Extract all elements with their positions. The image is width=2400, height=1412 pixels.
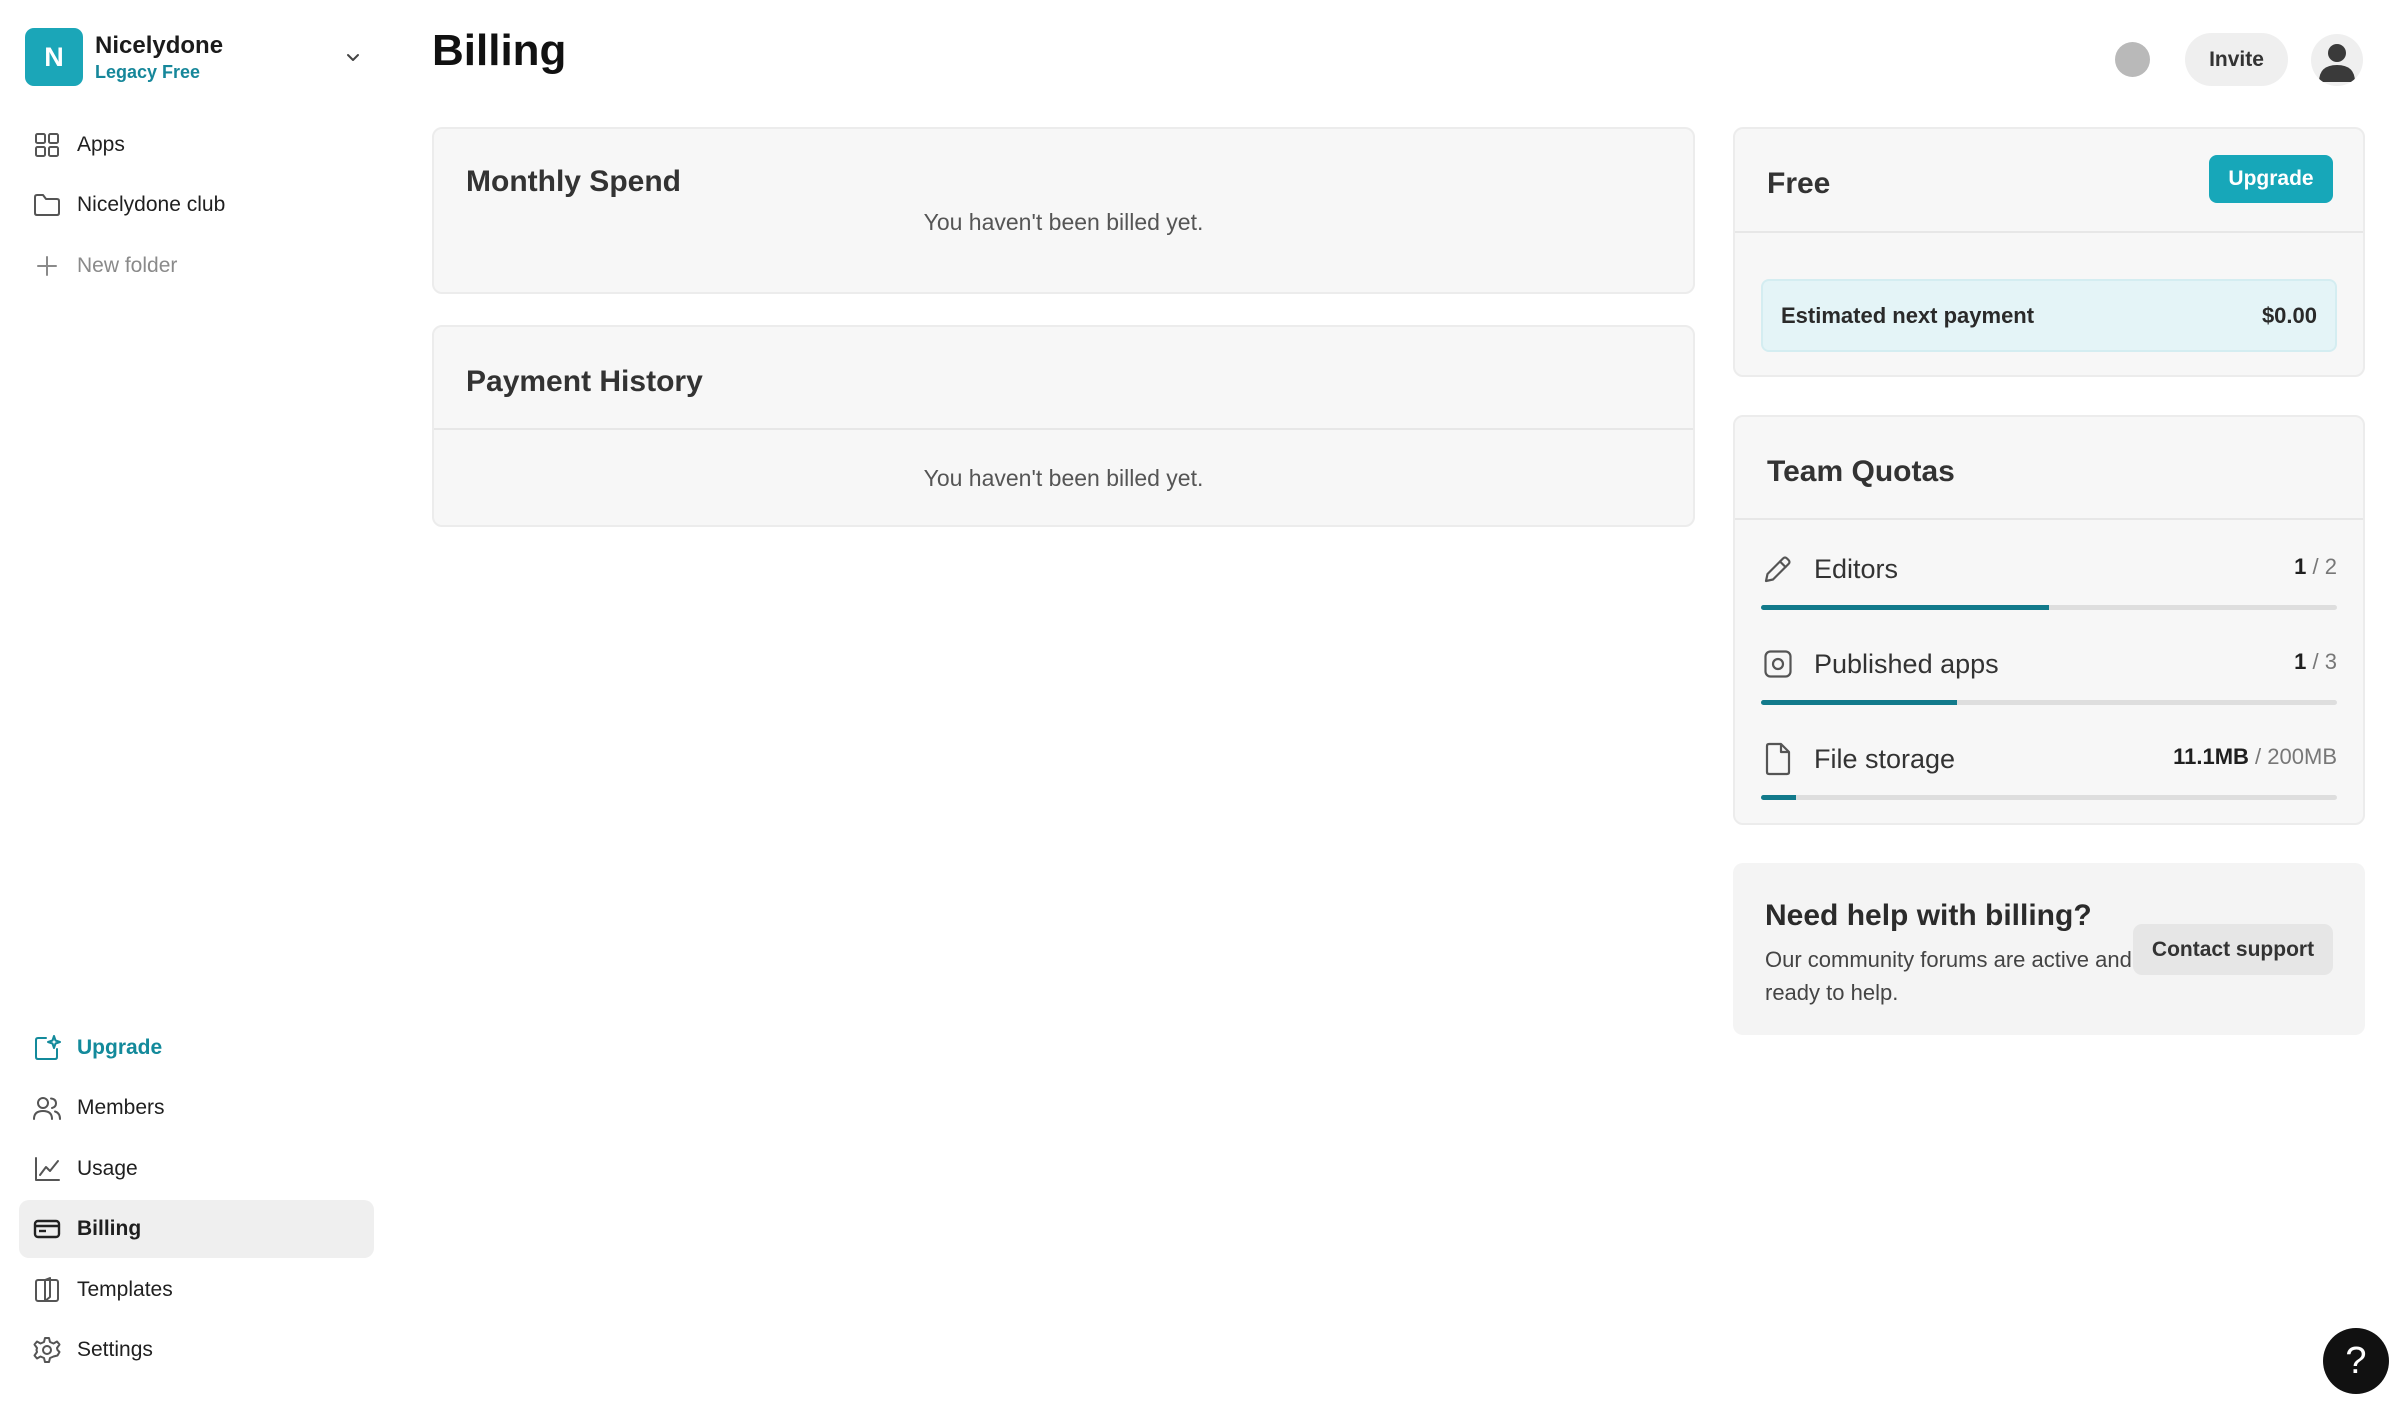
estimated-payment-value: $0.00 [2261, 302, 2317, 328]
sidebar-item-label: Nicelydone club [77, 193, 226, 217]
estimated-payment-box: Estimated next payment $0.00 [1761, 279, 2337, 352]
plan-name: Free [1767, 167, 1831, 200]
chevron-down-icon[interactable] [341, 45, 365, 69]
quota-value: 11.1MB / 200MB [2173, 744, 2337, 769]
divider [1735, 518, 2363, 520]
folder-icon [32, 190, 62, 220]
invite-button[interactable]: Invite [2185, 33, 2288, 86]
team-avatar: N [25, 28, 83, 86]
billing-help-card: Need help with billing? Our community fo… [1733, 863, 2365, 1035]
grid-icon [32, 130, 62, 160]
published-app-icon [1761, 647, 1795, 681]
divider [434, 428, 1693, 430]
divider [1735, 231, 2363, 233]
page-title: Billing [432, 26, 567, 75]
file-icon [1761, 742, 1795, 776]
team-switcher[interactable]: N Nicelydone Legacy Free [25, 28, 365, 86]
sidebar-bottom-nav: Upgrade Members Usage Billing Templates [19, 1019, 374, 1381]
credit-card-icon [32, 1214, 62, 1244]
avatar[interactable] [2311, 34, 2363, 86]
sidebar-item-label: Templates [77, 1277, 173, 1301]
quota-label: Editors [1814, 554, 1899, 584]
chart-line-icon [32, 1154, 62, 1184]
sidebar-item-label: Billing [77, 1217, 142, 1241]
upgrade-button[interactable]: Upgrade [2209, 155, 2333, 203]
book-icon [32, 1275, 62, 1305]
upgrade-icon [32, 1033, 62, 1063]
payment-history-title: Payment History [466, 365, 703, 398]
payment-history-empty: You haven't been billed yet. [923, 465, 1204, 491]
status-indicator[interactable] [2115, 42, 2150, 77]
help-title: Need help with billing? [1765, 899, 2092, 932]
plan-card: Free Upgrade Estimated next payment $0.0… [1733, 127, 2365, 377]
sidebar-item-members[interactable]: Members [19, 1079, 374, 1137]
help-description: Our community forums are active and read… [1765, 947, 2132, 1005]
quota-progress [1761, 605, 2337, 610]
team-plan: Legacy Free [95, 62, 201, 82]
sidebar-item-label: Upgrade [77, 1036, 163, 1059]
plus-icon [32, 251, 62, 281]
estimated-payment-label: Estimated next payment [1781, 302, 2035, 328]
monthly-spend-empty: You haven't been billed yet. [923, 209, 1204, 235]
quota-editors: Editors 1 / 2 [1761, 548, 2337, 628]
quota-file-storage: File storage 11.1MB / 200MB [1761, 738, 2337, 818]
sidebar-item-label: Apps [77, 133, 125, 156]
sidebar-item-apps[interactable]: Apps [19, 116, 374, 174]
quota-progress [1761, 795, 2337, 800]
team-quotas-card: Team Quotas Editors 1 / 2 Published apps… [1733, 415, 2365, 825]
monthly-spend-title: Monthly Spend [466, 165, 681, 198]
sidebar-item-settings[interactable]: Settings [19, 1321, 374, 1379]
gear-icon [32, 1335, 62, 1365]
sidebar-item-nicelydone-club[interactable]: Nicelydone club [19, 176, 374, 234]
help-button[interactable]: ? [2323, 1328, 2389, 1394]
sidebar-item-templates[interactable]: Templates [19, 1261, 374, 1319]
team-quotas-title: Team Quotas [1767, 455, 1955, 488]
sidebar-item-label: Usage [77, 1156, 138, 1180]
quota-value: 1 / 3 [2294, 649, 2337, 674]
sidebar: N Nicelydone Legacy Free Apps Nicelydone… [0, 0, 390, 1412]
quota-published-apps: Published apps 1 / 3 [1761, 643, 2337, 723]
sidebar-top-nav: Apps Nicelydone club New folder [19, 116, 374, 297]
quota-label: Published apps [1814, 649, 1999, 679]
sidebar-item-label: Members [77, 1096, 165, 1120]
sidebar-item-label: Settings [77, 1337, 153, 1361]
sidebar-item-billing[interactable]: Billing [19, 1200, 374, 1259]
team-name: Nicelydone [95, 32, 224, 59]
sidebar-item-upgrade[interactable]: Upgrade [19, 1019, 374, 1077]
users-icon [32, 1093, 62, 1123]
sidebar-item-new-folder[interactable]: New folder [19, 237, 374, 295]
sidebar-item-usage[interactable]: Usage [19, 1140, 374, 1198]
quota-value: 1 / 2 [2294, 554, 2337, 579]
monthly-spend-card: Monthly Spend You haven't been billed ye… [432, 127, 1695, 294]
contact-support-button[interactable]: Contact support [2133, 924, 2333, 975]
pencil-icon [1761, 552, 1795, 586]
sidebar-item-label: New folder [77, 253, 178, 277]
payment-history-card: Payment History You haven't been billed … [432, 325, 1695, 527]
quota-progress [1761, 700, 2337, 705]
quota-label: File storage [1814, 744, 1956, 774]
